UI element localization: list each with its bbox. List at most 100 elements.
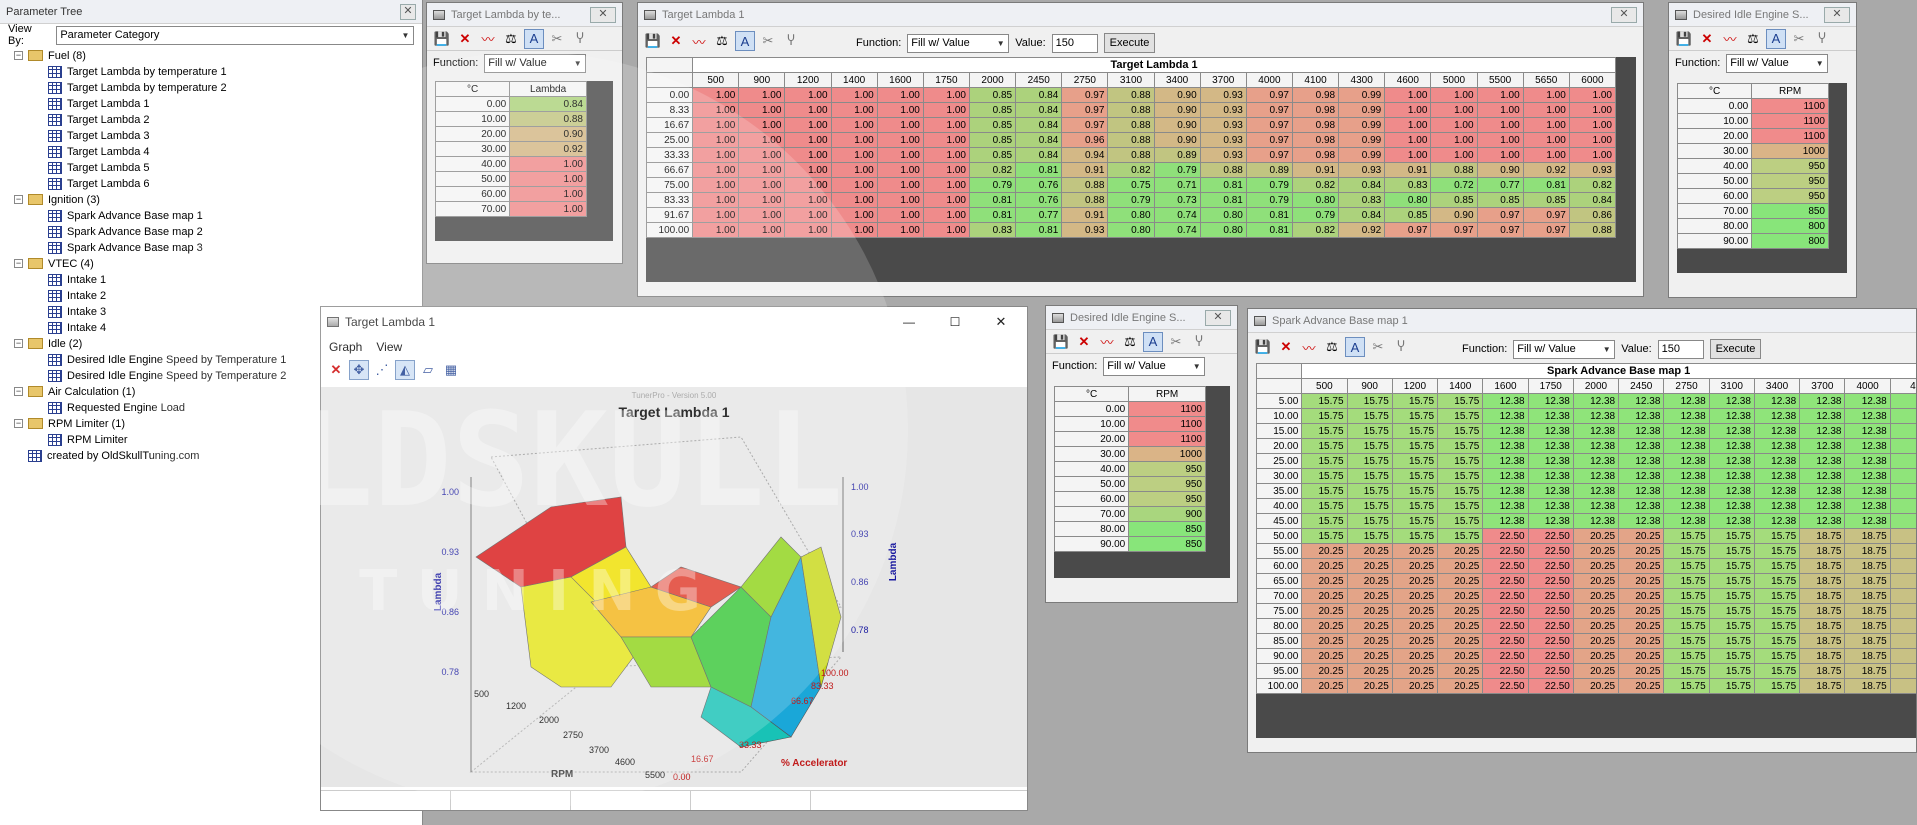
table-cell[interactable]: 0.74 <box>1153 207 1201 223</box>
table-cell[interactable]: 20.25 <box>1391 618 1439 634</box>
tree-item[interactable]: Intake 4 <box>48 320 106 335</box>
tree-item[interactable]: Spark Advance Base map 2 <box>48 224 203 239</box>
table-cell[interactable]: 12.38 <box>1618 468 1665 484</box>
close-icon[interactable]: ✕ <box>1205 309 1231 326</box>
table-cell[interactable]: 15.75 <box>1301 468 1348 484</box>
table-cell[interactable]: 0.74 <box>1153 222 1201 238</box>
table-cell[interactable]: 20.25 <box>1346 618 1393 634</box>
menu-view[interactable]: View <box>376 340 402 354</box>
table-cell[interactable]: 0.79 <box>1245 192 1293 208</box>
table-cell[interactable]: 1.00 <box>1384 102 1432 118</box>
table-cell[interactable]: 12.38 <box>1753 483 1801 499</box>
table-cell[interactable]: 0.81 <box>968 207 1017 223</box>
table-cell[interactable]: 22.50 <box>1482 603 1529 619</box>
table-cell[interactable]: 20.25 <box>1437 588 1484 604</box>
table-cell[interactable]: 15.75 <box>1753 618 1801 634</box>
table-cell[interactable]: 0.92 <box>1522 162 1570 178</box>
table-cell[interactable]: 1.00 <box>1522 147 1570 163</box>
table-cell[interactable]: 0.84 <box>1338 177 1386 193</box>
table-cell[interactable]: 0.97 <box>1522 207 1570 223</box>
table-cell[interactable]: 12.38 <box>1753 468 1801 484</box>
table-cell[interactable]: 15.75 <box>1346 528 1393 544</box>
table-cell[interactable]: 18 <box>1889 558 1916 574</box>
color-map-icon[interactable]: A <box>524 28 544 49</box>
table-cell[interactable]: 18.75 <box>1844 603 1891 619</box>
table-cell[interactable]: 22.50 <box>1482 543 1529 559</box>
table-cell[interactable]: 1100 <box>1128 431 1206 447</box>
table-cell[interactable]: 18.75 <box>1799 618 1846 634</box>
table-cell[interactable]: 12.38 <box>1844 408 1891 424</box>
table-cell[interactable]: 18.75 <box>1844 663 1891 679</box>
table-cell[interactable]: 15.75 <box>1437 468 1484 484</box>
table-cell[interactable]: 15.75 <box>1708 588 1755 604</box>
table-cell[interactable]: 1.00 <box>1522 117 1570 133</box>
table-cell[interactable]: 20.25 <box>1618 678 1665 694</box>
table-cell[interactable]: 1.00 <box>738 102 786 118</box>
table-cell[interactable]: 12.38 <box>1572 453 1620 469</box>
table-cell[interactable]: 12.38 <box>1527 423 1574 439</box>
table-cell[interactable]: 22.50 <box>1527 633 1574 649</box>
table-cell[interactable]: 15.75 <box>1301 483 1348 499</box>
palette-icon[interactable]: ▦ <box>441 360 461 380</box>
table-cell[interactable]: 1100 <box>1128 401 1206 417</box>
table-cell[interactable]: 20.25 <box>1572 558 1620 574</box>
table-cell[interactable]: 15.75 <box>1346 408 1393 424</box>
table-cell[interactable]: 20.25 <box>1572 528 1620 544</box>
tree-item[interactable]: Target Lambda by temperature 1 <box>48 64 227 79</box>
table-cell[interactable]: 15.75 <box>1301 513 1348 529</box>
table-cell[interactable]: 18 <box>1889 573 1916 589</box>
tree-item[interactable]: Desired Idle Engine Speed by Temperature… <box>48 368 286 383</box>
table-cell[interactable]: 12.38 <box>1708 513 1755 529</box>
table-cell[interactable]: 1.00 <box>830 117 878 133</box>
table-cell[interactable]: 0.93 <box>1199 102 1247 118</box>
color-map-icon[interactable]: A <box>1766 28 1786 49</box>
table-cell[interactable]: 12.38 <box>1663 408 1710 424</box>
table-cell[interactable]: 1.00 <box>922 132 970 148</box>
table-cell[interactable]: 12.38 <box>1482 468 1529 484</box>
table-cell[interactable]: 20.25 <box>1572 618 1620 634</box>
table-cell[interactable]: 0.89 <box>1245 162 1293 178</box>
table-cell[interactable]: 1.00 <box>830 87 878 103</box>
table-cell[interactable]: 0.93 <box>1568 162 1617 178</box>
table-cell[interactable]: 1.00 <box>830 192 878 208</box>
table-cell[interactable]: 0.72 <box>1430 177 1478 193</box>
table-cell[interactable]: 1100 <box>1751 128 1829 144</box>
table-cell[interactable]: 1.00 <box>1476 87 1524 103</box>
table-cell[interactable]: 0.81 <box>1015 162 1063 178</box>
table-cell[interactable]: 15.75 <box>1663 618 1710 634</box>
table-cell[interactable]: 20.25 <box>1572 678 1620 694</box>
tree-folder[interactable]: − VTEC (4) <box>14 256 94 271</box>
table-cell[interactable]: 1.00 <box>509 201 587 217</box>
table-cell[interactable]: 15.75 <box>1391 498 1439 514</box>
surface-icon[interactable]: ◭ <box>395 360 415 380</box>
table-cell[interactable]: 1.00 <box>876 147 924 163</box>
delete-icon[interactable]: ✕ <box>666 31 686 51</box>
table-cell[interactable]: 18 <box>1889 603 1916 619</box>
table-cell[interactable]: 20.25 <box>1618 543 1665 559</box>
table-cell[interactable]: 1.00 <box>876 132 924 148</box>
table-cell[interactable]: 12.38 <box>1799 393 1846 409</box>
tree-item[interactable]: Spark Advance Base map 3 <box>48 240 203 255</box>
table-cell[interactable]: 0.84 <box>1015 117 1063 133</box>
table-cell[interactable]: 12.38 <box>1482 393 1529 409</box>
table-cell[interactable]: 20.25 <box>1346 588 1393 604</box>
table-cell[interactable]: 0.93 <box>1199 132 1247 148</box>
table-cell[interactable]: 1.00 <box>784 132 832 148</box>
table-cell[interactable]: 800 <box>1751 218 1829 234</box>
table-cell[interactable]: 1.00 <box>1430 102 1478 118</box>
table-cell[interactable]: 1.00 <box>876 192 924 208</box>
table-cell[interactable]: 1.00 <box>1568 117 1617 133</box>
table-cell[interactable]: 0.97 <box>1245 87 1293 103</box>
table-cell[interactable]: 12.38 <box>1799 483 1846 499</box>
table-cell[interactable]: 0.79 <box>1245 177 1293 193</box>
table-cell[interactable]: 15.75 <box>1437 438 1484 454</box>
table-cell[interactable]: 0.93 <box>1338 162 1386 178</box>
table-cell[interactable]: 1.00 <box>1522 102 1570 118</box>
table-cell[interactable]: 22.50 <box>1482 633 1529 649</box>
table-cell[interactable]: 15.75 <box>1663 573 1710 589</box>
table-cell[interactable]: 15.75 <box>1346 468 1393 484</box>
table-cell[interactable]: 1.00 <box>922 117 970 133</box>
table-cell[interactable]: 15.75 <box>1663 633 1710 649</box>
table-cell[interactable]: 20.25 <box>1301 678 1348 694</box>
table-cell[interactable]: 22.50 <box>1482 573 1529 589</box>
